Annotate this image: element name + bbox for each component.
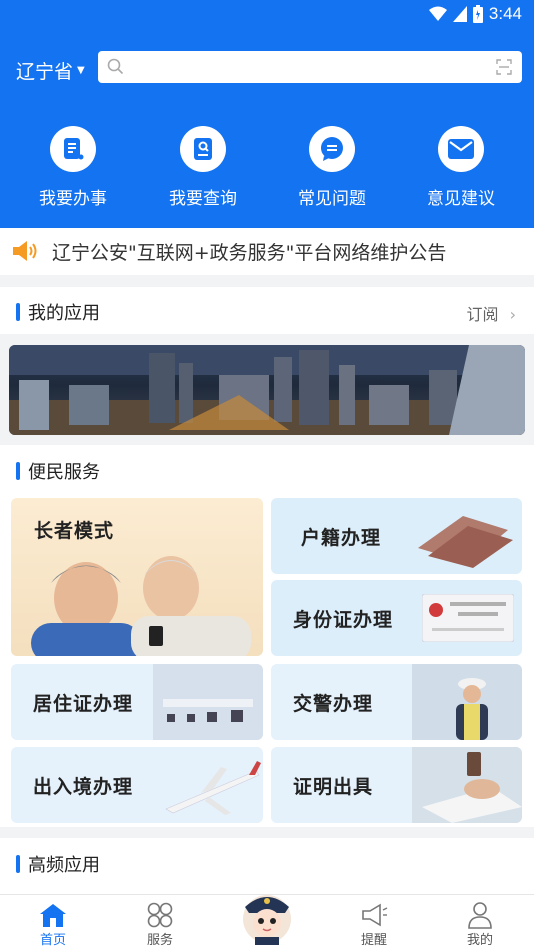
chat-bubble-icon (321, 137, 343, 161)
police-avatar-icon (243, 895, 291, 945)
card-label: 户籍办理 (301, 527, 382, 549)
card-label: 居住证办理 (33, 693, 134, 715)
card-traffic-police[interactable]: 交警办理 (271, 664, 522, 740)
signing-document-image (412, 747, 522, 823)
quick-action-faq[interactable]: 常见问题 (267, 126, 397, 209)
wifi-icon (428, 6, 447, 21)
notice-text: 辽宁公安"互联网+政务服务"平台网络维护公告 (52, 242, 447, 264)
notice-bar[interactable]: 辽宁公安"互联网+政务服务"平台网络维护公告 (0, 228, 534, 275)
document-edit-icon (64, 138, 84, 160)
subscribe-link[interactable]: 订阅 › (466, 301, 516, 325)
quick-action-label: 常见问题 (298, 189, 366, 209)
card-elder-mode[interactable]: 长者模式 (11, 498, 263, 656)
tab-reminders[interactable]: 提醒 (344, 901, 404, 948)
grid-icon (147, 902, 173, 928)
household-booklet-image (418, 516, 513, 568)
quick-action-label: 我要查询 (169, 189, 237, 209)
section-title: 便民服务 (16, 458, 100, 484)
chevron-right-icon: › (509, 305, 516, 324)
quick-action-label: 意见建议 (427, 189, 495, 209)
airplane-image (165, 761, 261, 815)
card-certificate[interactable]: 证明出具 (271, 747, 522, 823)
card-exit-entry[interactable]: 出入境办理 (11, 747, 263, 823)
header: 3:44 辽宁省 ▼ 我要办事 我要查询 常见问题 意见建议 (0, 0, 534, 228)
traffic-officer-image (412, 664, 522, 740)
quick-action-label: 我要办事 (39, 189, 107, 209)
card-label: 证明出具 (293, 776, 374, 798)
mail-icon (448, 139, 474, 159)
bottom-tab-bar: 首页 服务 提醒 我的 (0, 894, 534, 950)
card-label: 出入境办理 (33, 776, 134, 798)
tab-services[interactable]: 服务 (130, 901, 190, 948)
user-icon (468, 902, 492, 929)
card-residence-permit[interactable]: 居住证办理 (11, 664, 263, 740)
home-icon (40, 904, 66, 927)
speaker-icon (13, 241, 37, 261)
scan-icon[interactable] (496, 59, 512, 75)
quick-action-query[interactable]: 我要查询 (138, 126, 268, 209)
card-household-registration[interactable]: 户籍办理 (271, 498, 522, 574)
province-label: 辽宁省 (16, 61, 74, 83)
office-hall-image (153, 664, 263, 740)
tab-home[interactable]: 首页 (23, 901, 83, 948)
tab-profile[interactable]: 我的 (450, 901, 510, 948)
card-label: 交警办理 (293, 693, 374, 715)
status-bar: 3:44 (0, 0, 534, 30)
battery-icon (472, 5, 483, 23)
province-selector[interactable]: 辽宁省 ▼ (16, 57, 85, 84)
section-title: 高频应用 (16, 851, 100, 877)
caret-down-icon: ▼ (77, 65, 85, 76)
search-document-icon (194, 138, 212, 160)
quick-action-suggestion[interactable]: 意见建议 (396, 126, 526, 209)
elderly-couple-image (31, 556, 251, 656)
tab-police-assistant[interactable] (237, 887, 297, 949)
quick-action-do-business[interactable]: 我要办事 (8, 126, 138, 209)
high-frequency-section: 高频应用 (0, 838, 534, 894)
signal-icon (452, 6, 467, 22)
section-title: 我的应用 (16, 299, 100, 325)
search-input[interactable] (98, 51, 522, 83)
card-label: 身份证办理 (293, 609, 394, 631)
status-time: 3:44 (488, 4, 522, 23)
id-card-image (422, 594, 514, 642)
card-id-card[interactable]: 身份证办理 (271, 580, 522, 656)
city-banner-image[interactable] (9, 345, 525, 435)
search-icon (107, 58, 124, 75)
my-apps-header: 我的应用 订阅 › (0, 287, 534, 334)
megaphone-icon (362, 903, 388, 927)
